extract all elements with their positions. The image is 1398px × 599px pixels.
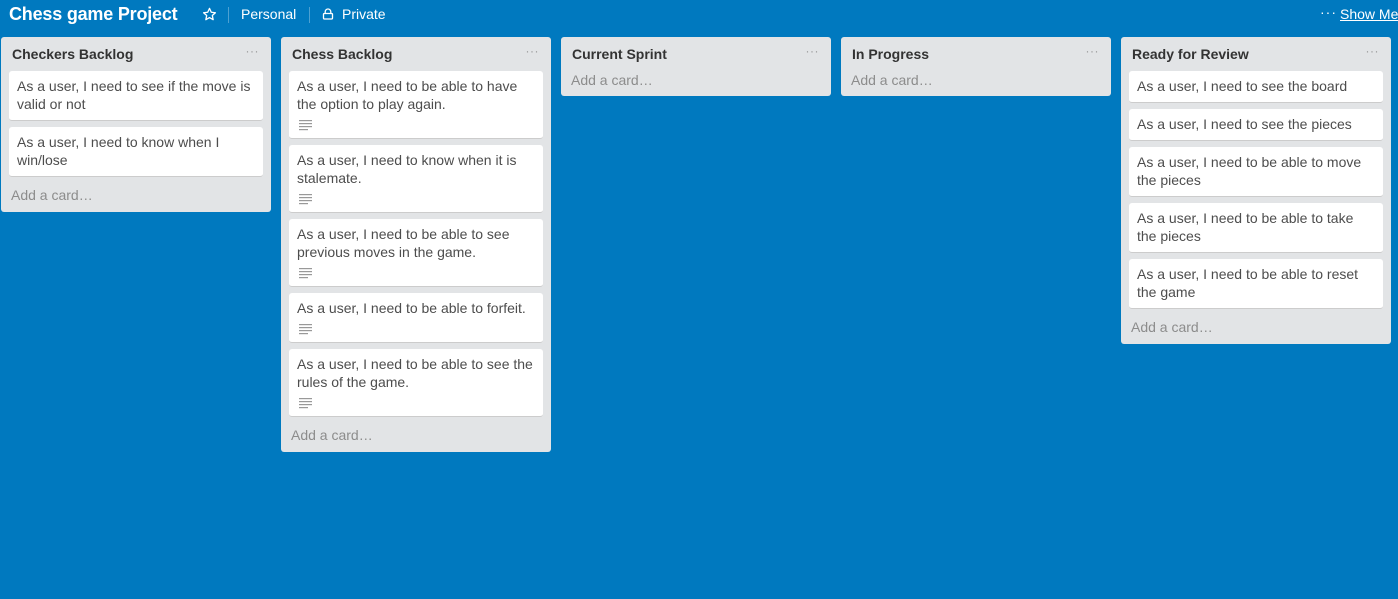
list-title[interactable]: Current Sprint: [572, 46, 667, 62]
visibility-button[interactable]: Private: [342, 6, 386, 22]
card[interactable]: As a user, I need to be able to have the…: [289, 71, 543, 139]
more-icon[interactable]: ···: [1320, 4, 1337, 20]
list: Checkers Backlog ··· As a user, I need to …: [1, 37, 271, 212]
list-header: Checkers Backlog ···: [1, 37, 271, 69]
list-title[interactable]: In Progress: [852, 46, 929, 62]
card[interactable]: As a user, I need to know when it is sta…: [289, 145, 543, 213]
card[interactable]: As a user, I need to see if the move is …: [9, 71, 263, 121]
list-header: Chess Backlog ···: [281, 37, 551, 69]
star-icon[interactable]: [202, 7, 217, 22]
add-card-button[interactable]: Add a card…: [561, 69, 831, 96]
description-icon: [299, 120, 312, 131]
card-title: As a user, I need to be able to have the…: [297, 78, 518, 112]
add-card-button[interactable]: Add a card…: [281, 423, 551, 452]
board-header: Chess game Project Personal Private ··· …: [0, 0, 1398, 30]
card-title: As a user, I need to know when I win/los…: [17, 134, 220, 168]
card[interactable]: As a user, I need to be able to take the…: [1129, 203, 1383, 253]
card-title: As a user, I need to be able to move the…: [1137, 154, 1362, 188]
list-menu-icon[interactable]: ···: [1366, 44, 1380, 58]
description-icon: [299, 268, 312, 279]
description-icon: [299, 194, 312, 205]
card[interactable]: As a user, I need to be able to forfeit.: [289, 293, 543, 343]
header-divider: [228, 7, 229, 23]
card-title: As a user, I need to be able to see the …: [297, 356, 533, 390]
card-title: As a user, I need to be able to see prev…: [297, 226, 510, 260]
show-menu-link[interactable]: Show Menu: [1340, 6, 1398, 22]
card-list: As a user, I need to be able to have the…: [281, 69, 551, 417]
card-list: As a user, I need to see if the move is …: [1, 69, 271, 177]
card[interactable]: As a user, I need to see the board: [1129, 71, 1383, 103]
add-card-button[interactable]: Add a card…: [841, 69, 1111, 96]
card-title: As a user, I need to be able to reset th…: [1137, 266, 1359, 300]
card-title: As a user, I need to see if the move is …: [17, 78, 251, 112]
add-card-button[interactable]: Add a card…: [1, 183, 271, 212]
team-button[interactable]: Personal: [241, 6, 296, 22]
lock-icon: [322, 8, 334, 20]
list: Current Sprint ··· Add a card…: [561, 37, 831, 96]
card[interactable]: As a user, I need to be able to see prev…: [289, 219, 543, 287]
list: In Progress ··· Add a card…: [841, 37, 1111, 96]
card-list: As a user, I need to see the board As a u…: [1121, 69, 1391, 309]
list-menu-icon[interactable]: ···: [1086, 44, 1100, 58]
list-title[interactable]: Checkers Backlog: [12, 46, 133, 62]
card[interactable]: As a user, I need to be able to move the…: [1129, 147, 1383, 197]
card[interactable]: As a user, I need to be able to see the …: [289, 349, 543, 417]
card[interactable]: As a user, I need to be able to reset th…: [1129, 259, 1383, 309]
description-icon: [299, 398, 312, 409]
card-title: As a user, I need to see the pieces: [1137, 116, 1352, 132]
add-card-button[interactable]: Add a card…: [1121, 315, 1391, 344]
list-menu-icon[interactable]: ···: [806, 44, 820, 58]
header-divider: [309, 7, 310, 23]
card-title: As a user, I need to know when it is sta…: [297, 152, 517, 186]
list-menu-icon[interactable]: ···: [246, 44, 260, 58]
card[interactable]: As a user, I need to know when I win/los…: [9, 127, 263, 177]
list-title[interactable]: Chess Backlog: [292, 46, 392, 62]
card-title: As a user, I need to see the board: [1137, 78, 1348, 94]
card-title: As a user, I need to be able to forfeit.: [297, 300, 526, 316]
list-header: Current Sprint ···: [561, 37, 831, 69]
description-icon: [299, 324, 312, 335]
card[interactable]: As a user, I need to see the pieces: [1129, 109, 1383, 141]
list-menu-icon[interactable]: ···: [526, 44, 540, 58]
list: Ready for Review ··· As a user, I need to …: [1121, 37, 1391, 344]
list-header: Ready for Review ···: [1121, 37, 1391, 69]
card-title: As a user, I need to be able to take the…: [1137, 210, 1354, 244]
list-header: In Progress ···: [841, 37, 1111, 69]
list-title[interactable]: Ready for Review: [1132, 46, 1249, 62]
board-title[interactable]: Chess game Project: [9, 4, 178, 25]
list: Chess Backlog ··· As a user, I need to be …: [281, 37, 551, 452]
